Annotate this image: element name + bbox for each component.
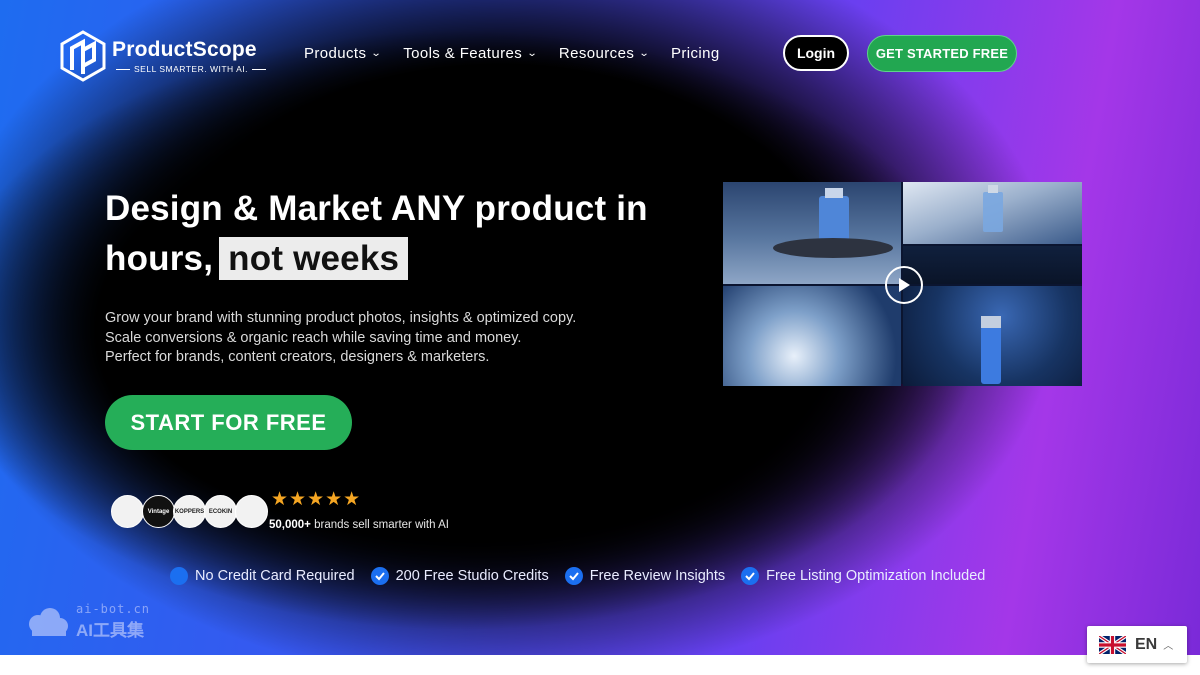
social-proof: 50,000+ brands sell smarter with AI xyxy=(269,519,449,531)
serum-bottle-image xyxy=(981,316,1001,384)
brand-logo: Vintage xyxy=(142,495,175,528)
product-photo-tile xyxy=(723,286,901,386)
chevron-down-icon: ⌄ xyxy=(638,48,651,59)
cloud-logo-icon xyxy=(29,607,68,636)
get-started-free-button[interactable]: GET STARTED FREE xyxy=(867,35,1017,72)
site-header: ProductScope SELL SMARTER. WITH AI. Prod… xyxy=(0,0,1200,110)
feature-label: Free Review Insights xyxy=(589,568,726,584)
nav-label: Resources xyxy=(558,45,635,62)
feature-item: 200 Free Studio Credits xyxy=(370,567,549,585)
language-switcher[interactable]: EN ︿ xyxy=(1087,626,1187,663)
rating-stars: ★★★★★ xyxy=(271,489,362,510)
perfume-on-rock-image xyxy=(773,188,893,258)
hero-headline: Design & Market ANY product in hours, not… xyxy=(105,184,648,284)
feature-label: No Credit Card Required xyxy=(195,568,355,584)
nav-label: Pricing xyxy=(671,45,720,62)
nav-tools-features[interactable]: Tools & Features ⌄ xyxy=(403,45,539,62)
main-nav: Products ⌄ Tools & Features ⌄ Resources … xyxy=(304,45,720,62)
nav-resources[interactable]: Resources ⌄ xyxy=(558,45,651,62)
play-icon xyxy=(899,278,910,292)
subtext-line: Scale conversions & organic reach while … xyxy=(105,329,522,346)
nav-label: Tools & Features xyxy=(403,45,523,62)
check-circle-icon xyxy=(370,567,389,585)
feature-label: Free Listing Optimization Included xyxy=(766,568,986,584)
brand-logo-row: Vintage KOPPERS ECOKIN xyxy=(111,495,268,528)
product-photo-tile xyxy=(723,182,901,284)
hero-subtext: Grow your brand with stunning product ph… xyxy=(105,309,576,368)
headline-highlight: not weeks xyxy=(219,237,409,280)
feature-label: 200 Free Studio Credits xyxy=(395,568,549,584)
logo[interactable]: ProductScope SELL SMARTER. WITH AI. xyxy=(60,30,270,82)
start-for-free-button[interactable]: START FOR FREE xyxy=(105,395,352,450)
brand-logo xyxy=(111,495,144,528)
watermark: ai-bot.cn AI工具集 xyxy=(24,602,150,641)
language-code: EN xyxy=(1135,635,1158,653)
subtext-line: Grow your brand with stunning product ph… xyxy=(105,310,577,326)
product-photo-tile xyxy=(903,246,1082,284)
nav-pricing[interactable]: Pricing xyxy=(671,45,720,62)
nav-products[interactable]: Products ⌄ xyxy=(304,45,383,62)
chevron-up-icon: ︿ xyxy=(1163,641,1174,652)
chevron-down-icon: ⌄ xyxy=(526,48,539,59)
nav-label: Products xyxy=(304,45,367,62)
chevron-down-icon: ⌄ xyxy=(371,48,383,59)
login-button[interactable]: Login xyxy=(783,35,849,71)
page-bottom-edge xyxy=(0,655,1200,675)
social-count: 50,000+ xyxy=(269,519,311,531)
watermark-name: AI工具集 xyxy=(76,621,144,640)
headline-line-1: Design & Market ANY product in xyxy=(105,189,648,228)
check-circle-icon xyxy=(741,567,760,585)
brand-name: ProductScope xyxy=(112,38,257,61)
perfume-bottle-image xyxy=(983,185,1003,232)
headline-prefix: hours, xyxy=(105,239,214,278)
subtext-line: Perfect for brands, content creators, de… xyxy=(105,349,490,365)
check-circle-icon xyxy=(564,567,583,585)
feature-checklist: No Credit Card Required 200 Free Studio … xyxy=(170,567,985,585)
brand-logo: ECOKIN xyxy=(204,495,237,528)
product-photo-tile xyxy=(903,286,1082,386)
productscope-logo-icon xyxy=(60,30,106,82)
social-text: brands sell smarter with AI xyxy=(314,519,449,531)
headline-line-2: hours, not weeks xyxy=(105,234,648,284)
brand-logo xyxy=(235,495,268,528)
watermark-url: ai-bot.cn xyxy=(76,602,151,616)
brand-tagline: SELL SMARTER. WITH AI. xyxy=(112,64,270,74)
product-photo-tile xyxy=(903,182,1082,244)
check-circle-icon xyxy=(170,567,188,585)
feature-item: No Credit Card Required xyxy=(170,567,355,585)
uk-flag-icon xyxy=(1099,635,1126,654)
feature-item: Free Review Insights xyxy=(564,567,726,585)
play-video-button[interactable] xyxy=(885,266,923,304)
feature-item: Free Listing Optimization Included xyxy=(741,567,985,585)
brand-logo: KOPPERS xyxy=(173,495,206,528)
